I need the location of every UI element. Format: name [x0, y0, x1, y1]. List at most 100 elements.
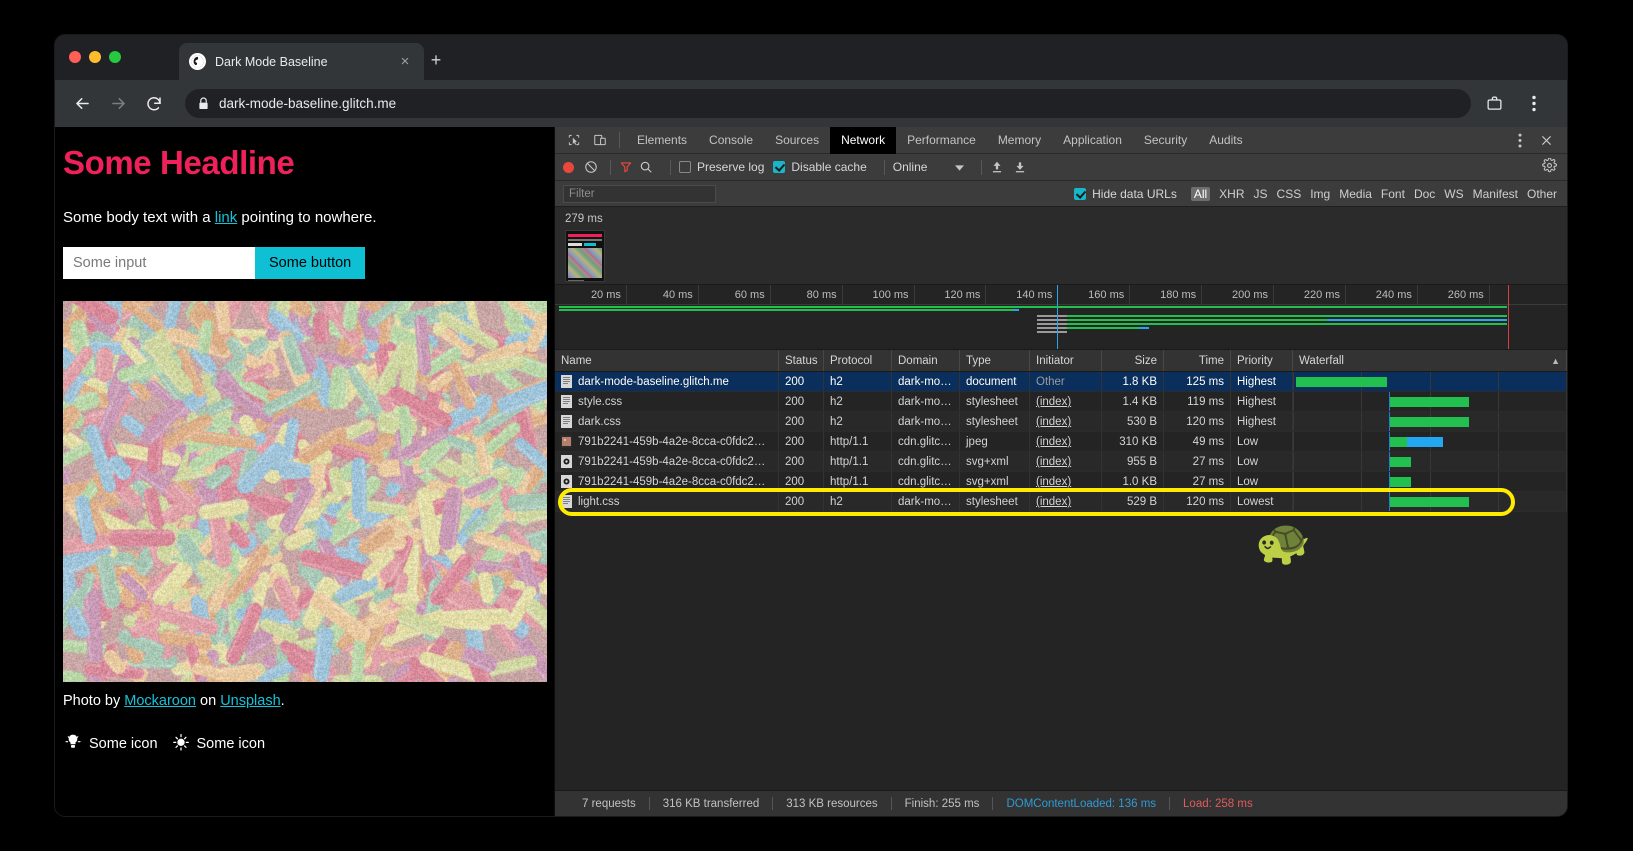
icon-item-lightbulb: Some icon	[63, 732, 158, 756]
throttling-select[interactable]: Online	[893, 160, 965, 174]
initiator-link[interactable]: (index)	[1036, 436, 1071, 448]
photo-credit: Photo by Mockaroon on Unsplash.	[63, 693, 546, 709]
table-row[interactable]: style.css200h2dark-mo…stylesheet(index)1…	[555, 392, 1567, 412]
credit-prefix: Photo by	[63, 693, 124, 709]
initiator-link[interactable]: (index)	[1036, 416, 1071, 428]
export-har-icon[interactable]	[1013, 160, 1027, 174]
filter-type-all[interactable]: All	[1191, 187, 1210, 201]
devtools-tab-application[interactable]: Application	[1052, 127, 1133, 154]
stylesheet-file-icon	[561, 415, 572, 428]
waterfall-gridline	[1361, 392, 1362, 411]
cell-waterfall	[1293, 412, 1567, 431]
initiator-link[interactable]: (index)	[1036, 496, 1071, 508]
filter-type-other[interactable]: Other	[1527, 187, 1557, 201]
filter-type-js[interactable]: JS	[1254, 187, 1268, 201]
cell-priority: Low	[1231, 472, 1293, 491]
table-row[interactable]: dark.css200h2dark-mo…stylesheet(index)53…	[555, 412, 1567, 432]
filter-type-ws[interactable]: WS	[1444, 187, 1463, 201]
filter-type-media[interactable]: Media	[1339, 187, 1372, 201]
network-settings-button[interactable]	[1542, 158, 1567, 176]
reload-button[interactable]	[139, 89, 169, 119]
cell-domain: cdn.glitc…	[892, 472, 960, 491]
waterfall-gridline	[1498, 392, 1499, 411]
waterfall-bar-blue	[1407, 437, 1443, 447]
icon-label-1: Some icon	[89, 736, 158, 752]
search-icon[interactable]	[639, 160, 653, 174]
devtools-tab-console[interactable]: Console	[698, 127, 764, 154]
address-bar[interactable]: dark-mode-baseline.glitch.me	[185, 89, 1471, 118]
timeline-overview-bars	[555, 305, 1567, 349]
browser-tab[interactable]: Dark Mode Baseline ×	[179, 43, 424, 80]
filter-type-css[interactable]: CSS	[1277, 187, 1302, 201]
filter-icon[interactable]	[619, 160, 633, 174]
waterfall-gridline	[1361, 452, 1362, 471]
column-header-type[interactable]: Type	[960, 350, 1030, 371]
browser-menu-button[interactable]	[1519, 89, 1549, 119]
cell-protocol: h2	[824, 392, 892, 411]
devtools-tab-elements[interactable]: Elements	[626, 127, 698, 154]
devtools-tab-audits[interactable]: Audits	[1198, 127, 1253, 154]
some-button[interactable]: Some button	[255, 247, 365, 279]
column-header-waterfall[interactable]: Waterfall▲	[1293, 350, 1567, 371]
forward-button[interactable]	[103, 89, 133, 119]
clear-button[interactable]	[584, 160, 598, 174]
initiator-link[interactable]: (index)	[1036, 476, 1071, 488]
column-header-name[interactable]: Name	[555, 350, 779, 371]
credit-link-mockaroon[interactable]: Mockaroon	[124, 693, 196, 709]
filter-type-xhr[interactable]: XHR	[1219, 187, 1244, 201]
column-header-protocol[interactable]: Protocol	[824, 350, 892, 371]
thumb-footer-bar	[568, 280, 584, 282]
column-header-initiator[interactable]: Initiator	[1030, 350, 1102, 371]
device-toolbar-icon[interactable]	[587, 129, 613, 152]
close-window-button[interactable]	[69, 51, 81, 63]
devtools-tab-performance[interactable]: Performance	[896, 127, 987, 154]
some-input[interactable]	[63, 247, 255, 279]
cell-domain: cdn.glitc…	[892, 432, 960, 451]
hide-data-urls-checkbox[interactable]: Hide data URLs	[1074, 187, 1177, 201]
filter-type-manifest[interactable]: Manifest	[1473, 187, 1518, 201]
filter-type-font[interactable]: Font	[1381, 187, 1405, 201]
table-row[interactable]: dark-mode-baseline.glitch.me200h2dark-mo…	[555, 372, 1567, 392]
more-options-icon[interactable]	[1507, 129, 1533, 152]
devtools-tab-memory[interactable]: Memory	[987, 127, 1052, 154]
table-row[interactable]: light.css200h2dark-mo…stylesheet(index)5…	[555, 492, 1567, 512]
maximize-window-button[interactable]	[109, 51, 121, 63]
disable-cache-checkbox[interactable]: Disable cache	[773, 160, 866, 174]
table-row[interactable]: 791b2241-459b-4a2e-8cca-c0fdc2…200http/1…	[555, 432, 1567, 452]
devtools-tab-network[interactable]: Network	[830, 127, 896, 154]
filter-type-doc[interactable]: Doc	[1414, 187, 1435, 201]
import-har-icon[interactable]	[990, 160, 1004, 174]
column-header-domain[interactable]: Domain	[892, 350, 960, 371]
table-row[interactable]: 791b2241-459b-4a2e-8cca-c0fdc2…200http/1…	[555, 452, 1567, 472]
preserve-log-checkbox[interactable]: Preserve log	[679, 160, 764, 174]
close-icon[interactable]: ×	[396, 54, 414, 69]
column-header-size[interactable]: Size	[1102, 350, 1164, 371]
thumb-image	[568, 248, 602, 278]
filter-input[interactable]	[563, 185, 716, 203]
column-header-priority[interactable]: Priority	[1231, 350, 1293, 371]
page-body-text: Some body text with a link pointing to n…	[63, 209, 546, 226]
initiator-link[interactable]: (index)	[1036, 396, 1071, 408]
body-link[interactable]: link	[215, 209, 238, 226]
credit-link-unsplash[interactable]: Unsplash	[220, 693, 280, 709]
inspect-icon[interactable]	[561, 129, 587, 152]
new-tab-button[interactable]: +	[426, 51, 446, 69]
timeline-ticks: 20 ms40 ms60 ms80 ms100 ms120 ms140 ms16…	[555, 285, 1567, 305]
devtools-tab-security[interactable]: Security	[1133, 127, 1198, 154]
credit-mid: on	[196, 693, 220, 709]
filmstrip-thumbnail[interactable]	[565, 230, 605, 282]
table-row[interactable]: 791b2241-459b-4a2e-8cca-c0fdc2…200http/1…	[555, 472, 1567, 492]
record-button[interactable]	[563, 162, 574, 173]
filter-type-img[interactable]: Img	[1310, 187, 1330, 201]
cell-initiator: (index)	[1030, 412, 1102, 431]
close-devtools-icon[interactable]	[1533, 129, 1559, 152]
column-header-time[interactable]: Time	[1164, 350, 1231, 371]
initiator-link[interactable]: (index)	[1036, 456, 1071, 468]
cell-priority: Highest	[1231, 392, 1293, 411]
minimize-window-button[interactable]	[89, 51, 101, 63]
devtools-tab-sources[interactable]: Sources	[764, 127, 830, 154]
briefcase-icon[interactable]	[1479, 89, 1509, 119]
column-header-status[interactable]: Status	[779, 350, 824, 371]
waterfall-gridline	[1293, 372, 1294, 391]
back-button[interactable]	[67, 89, 97, 119]
